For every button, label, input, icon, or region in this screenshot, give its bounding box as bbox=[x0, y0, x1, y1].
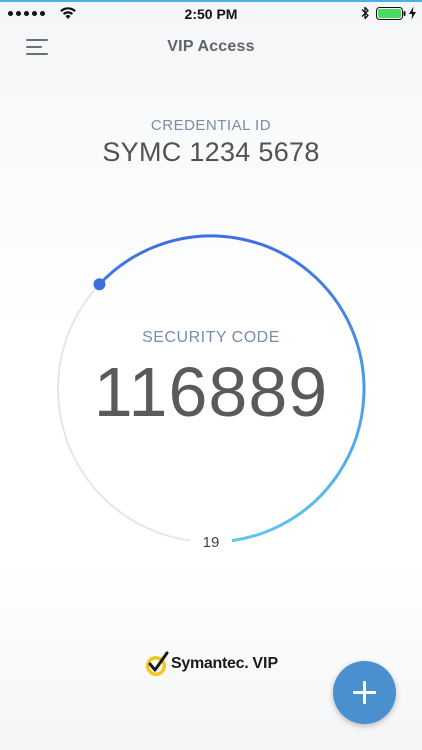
nav-title: VIP Access bbox=[167, 38, 255, 55]
status-time: 2:50 PM bbox=[184, 6, 238, 22]
charging-bolt-icon bbox=[409, 6, 416, 20]
battery-icon bbox=[376, 7, 406, 20]
status-bar: 2:50 PM bbox=[0, 2, 422, 24]
symantec-vip-logo: Symantec. VIP bbox=[144, 648, 278, 680]
countdown-progress-dot bbox=[93, 278, 106, 291]
logo-brand-text: Symantec. bbox=[171, 655, 249, 672]
bluetooth-icon bbox=[361, 6, 369, 20]
credential-id-label: CREDENTIAL ID bbox=[150, 117, 272, 134]
seconds-remaining: 19 bbox=[190, 534, 232, 551]
add-credential-button[interactable] bbox=[333, 661, 396, 724]
app-screen: 2:50 PM VIP Access CREDENTIAL ID SYMC 12… bbox=[0, 0, 422, 750]
security-code-label: SECURITY CODE bbox=[142, 329, 280, 346]
credential-id-value: SYMC 1234 5678 bbox=[102, 137, 320, 167]
symantec-checkmark-icon bbox=[146, 651, 169, 676]
logo-product-text: VIP bbox=[252, 655, 279, 672]
security-code-value: 116889 bbox=[93, 353, 329, 431]
